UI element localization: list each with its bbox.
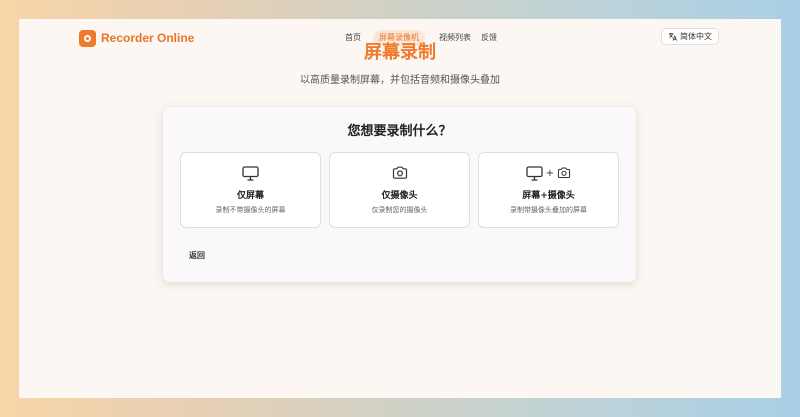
page-subtitle: 以高质量录制屏幕，并包括音频和摄像头叠加 bbox=[300, 75, 500, 86]
monitor-camera-icon: + bbox=[479, 165, 618, 181]
option-screen-only[interactable]: 仅屏幕 录制不带摄像头的屏幕 bbox=[180, 152, 321, 228]
option-desc: 仅录制您的摄像头 bbox=[371, 206, 428, 214]
option-title: 仅摄像头 bbox=[381, 191, 418, 201]
plus-sign: + bbox=[545, 167, 555, 179]
monitor-icon bbox=[526, 165, 543, 181]
camera-icon bbox=[558, 167, 571, 178]
option-desc: 录制不带摄像头的屏幕 bbox=[215, 206, 286, 214]
back-button[interactable]: 返回 bbox=[189, 250, 205, 262]
option-screen-and-camera[interactable]: + 屏幕+摄像头 录制带摄像头叠加的屏幕 bbox=[478, 152, 619, 228]
translate-icon bbox=[668, 32, 677, 41]
card-title: 您想要录制什么？ bbox=[347, 124, 452, 139]
option-title: 屏幕+摄像头 bbox=[522, 191, 575, 201]
option-title: 仅屏幕 bbox=[236, 191, 264, 201]
page-title: 屏幕录制 bbox=[364, 42, 436, 63]
option-camera-only[interactable]: 仅摄像头 仅录制您的摄像头 bbox=[329, 152, 470, 228]
camera-icon bbox=[330, 165, 469, 181]
option-desc: 录制带摄像头叠加的屏幕 bbox=[510, 206, 587, 214]
monitor-icon bbox=[181, 165, 320, 181]
app-frame: Recorder Online 首页 屏幕录像机 视频列表 反馈 简体中文 屏幕… bbox=[19, 19, 781, 398]
record-mode-card: 您想要录制什么？ 仅屏幕 录制不带摄像头的屏幕 仅摄像头 仅录制您的摄像头 + … bbox=[163, 107, 636, 282]
